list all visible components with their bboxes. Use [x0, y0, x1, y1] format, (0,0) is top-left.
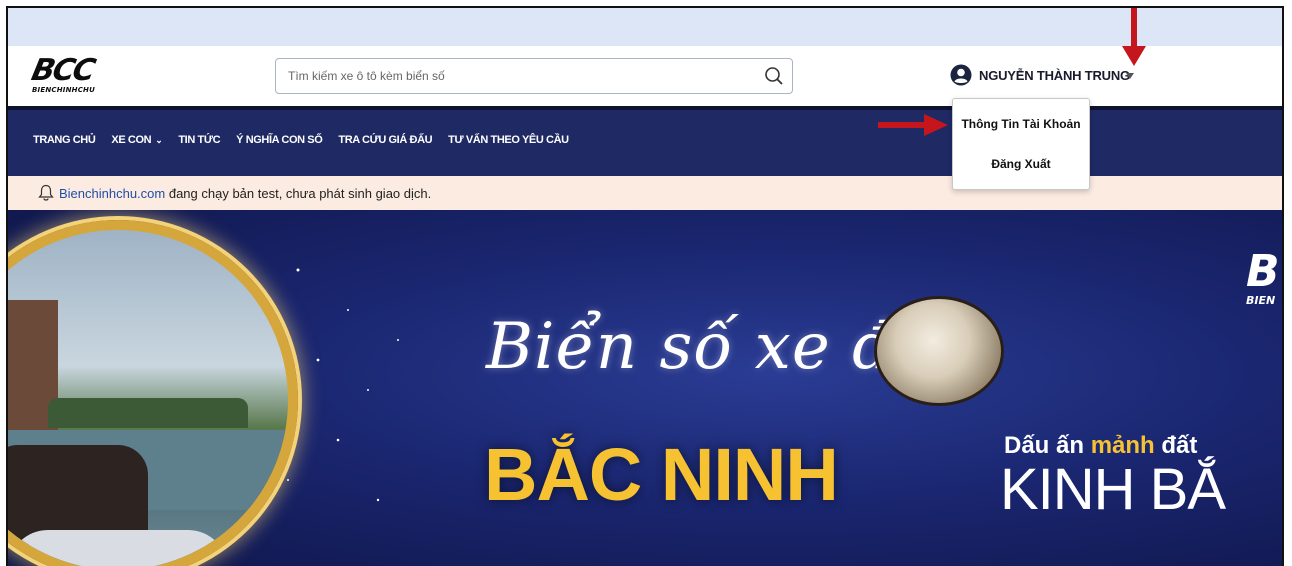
nav-item-number-meaning[interactable]: Ý NGHĨA CON SỐ: [236, 134, 323, 146]
hero-subtitle-big: KINH BẮ: [1000, 457, 1226, 522]
browser-frame: BCC BIENCHINHCHU Tìm kiếm xe ô tô kèm bi…: [6, 6, 1284, 566]
menu-item-account-info[interactable]: Thông Tin Tài Khoản: [953, 117, 1089, 131]
caret-down-icon[interactable]: [1126, 73, 1134, 79]
nav-item-home[interactable]: TRANG CHỦ: [33, 134, 96, 146]
hero-banner[interactable]: Biển số xe đẹp BẮC NINH Dấu ấn mảnh đất …: [8, 210, 1282, 566]
annotation-arrow-right: [878, 114, 948, 136]
menu-item-logout[interactable]: Đăng Xuất: [953, 157, 1089, 171]
nav-item-cars[interactable]: XE CON ⌄: [111, 134, 162, 146]
notice-banner: Bienchinhchu.com đang chạy bản test, chư…: [8, 176, 1282, 210]
nav-item-auction-lookup[interactable]: TRA CỨU GIÁ ĐẤU: [338, 134, 432, 146]
bell-icon: [38, 184, 54, 201]
top-strip: [8, 8, 1282, 46]
drum-image: [874, 296, 1004, 406]
logo-mark: BCC: [28, 53, 97, 88]
notice-link[interactable]: Bienchinhchu.com: [59, 186, 165, 201]
hero-corner-logo: B BIEN: [1246, 246, 1280, 308]
user-circle-icon: [950, 64, 972, 86]
nav-item-consult[interactable]: TƯ VẤN THEO YÊU CẦU: [448, 134, 569, 146]
user-name: NGUYỄN THÀNH TRUNG: [979, 68, 1130, 83]
search-input[interactable]: Tìm kiếm xe ô tô kèm biển số: [288, 69, 445, 83]
user-dropdown-menu: Thông Tin Tài Khoản Đăng Xuất: [952, 98, 1090, 190]
notice-text: Bienchinhchu.com đang chạy bản test, chư…: [59, 186, 432, 201]
search-box[interactable]: Tìm kiếm xe ô tô kèm biển số: [275, 58, 793, 94]
search-icon[interactable]: [764, 66, 784, 86]
sparkles-decoration: [287, 268, 399, 502]
site-header: BCC BIENCHINHCHU Tìm kiếm xe ô tô kèm bi…: [8, 46, 1282, 106]
hero-title: BẮC NINH: [484, 433, 839, 516]
chevron-down-icon: ⌄: [155, 135, 163, 145]
nav-item-news[interactable]: TIN TỨC: [178, 134, 220, 146]
site-logo[interactable]: BCC BIENCHINHCHU: [28, 53, 124, 100]
hero-photo-circle: [8, 220, 298, 566]
annotation-arrow-down: [1122, 8, 1146, 66]
main-nav: TRANG CHỦ XE CON ⌄ TIN TỨC Ý NGHĨA CON SỐ…: [8, 106, 1282, 176]
